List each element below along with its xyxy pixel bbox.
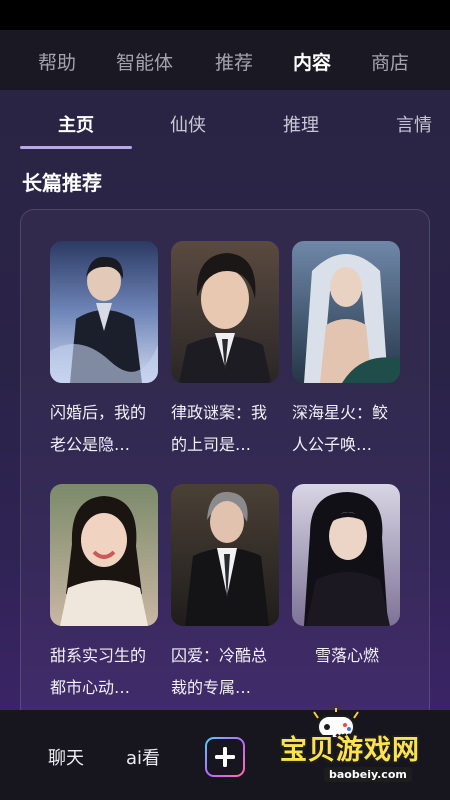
bottom-nav-chat[interactable]: 聊天 [48, 744, 84, 770]
tab-romance[interactable]: 言情 [396, 111, 432, 137]
bottom-nav-ai-watch[interactable]: ai看 [126, 744, 160, 770]
status-bar [0, 0, 450, 30]
watermark-text: 宝贝游戏网 [280, 735, 420, 766]
book-title: 雪落心燃 [314, 646, 379, 665]
tab-xianxia[interactable]: 仙侠 [170, 111, 206, 137]
book-card[interactable]: 囚爱：冷酷总裁的专属… [171, 484, 281, 704]
book-cover-image [292, 241, 400, 383]
book-title: 律政谜案：我的上司是… [171, 403, 268, 454]
book-cover-image [292, 484, 400, 626]
create-button[interactable] [205, 737, 245, 777]
top-nav: 帮助 智能体 推荐 内容 商店 [0, 30, 450, 90]
long-novel-panel: 闪婚后，我的老公是隐… 律政谜案：我的上司是… 深海星火：鲛人公子唤… 甜系实习… [20, 209, 430, 710]
book-card[interactable]: 雪落心燃 [292, 484, 402, 672]
top-nav-help[interactable]: 帮助 [38, 48, 76, 75]
tab-mystery[interactable]: 推理 [283, 111, 319, 137]
book-card[interactable]: 闪婚后，我的老公是隐… [50, 241, 160, 461]
category-tabs: 主页 仙侠 推理 言情 [0, 90, 450, 152]
book-title: 甜系实习生的都市心动… [50, 646, 147, 697]
top-nav-recommend[interactable]: 推荐 [215, 48, 253, 75]
content-area: 主页 仙侠 推理 言情 长篇推荐 闪婚后，我的老公是隐… 律政谜案：我的上司是…… [0, 90, 450, 710]
active-tab-indicator [20, 146, 132, 149]
book-title: 深海星火：鲛人公子唤… [292, 403, 389, 454]
book-title: 囚爱：冷酷总裁的专属… [171, 646, 268, 697]
book-cover-image [171, 241, 279, 383]
book-card[interactable]: 甜系实习生的都市心动… [50, 484, 160, 704]
watermark: 宝贝游戏网 baobeiy.com [262, 700, 432, 800]
top-nav-content[interactable]: 内容 [293, 48, 331, 75]
book-cover-image [50, 241, 158, 383]
section-title: 长篇推荐 [22, 171, 102, 195]
book-cover-image [50, 484, 158, 626]
tab-home[interactable]: 主页 [58, 111, 94, 137]
plus-icon [215, 747, 235, 767]
book-title: 闪婚后，我的老公是隐… [50, 403, 147, 454]
book-cover-image [171, 484, 279, 626]
book-card[interactable]: 深海星火：鲛人公子唤… [292, 241, 402, 461]
top-nav-agents[interactable]: 智能体 [116, 48, 173, 75]
watermark-url: baobeiy.com [324, 767, 412, 782]
top-nav-store[interactable]: 商店 [371, 48, 409, 75]
book-card[interactable]: 律政谜案：我的上司是… [171, 241, 281, 461]
